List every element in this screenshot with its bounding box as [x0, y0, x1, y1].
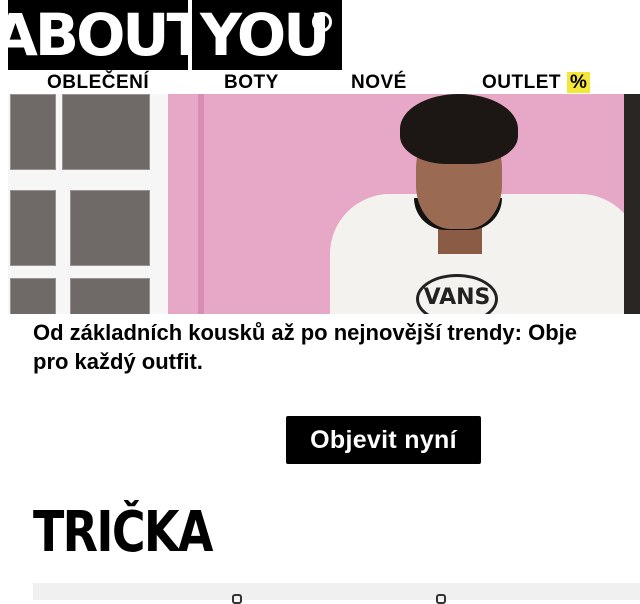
section-title: TRIČKA	[33, 500, 213, 565]
about-you-logo[interactable]: ABOUT YOU	[0, 0, 342, 70]
intro-text: Od základních kousků až po nejnovější tr…	[33, 320, 578, 374]
heart-icon[interactable]	[232, 594, 242, 604]
heart-icon[interactable]	[436, 594, 446, 604]
door-edge	[624, 94, 640, 314]
main-nav: OBLEČENÍ BOTY NOVÉ OUTLET%	[0, 70, 640, 94]
nav-item-obleceni[interactable]: OBLEČENÍ	[47, 72, 149, 94]
logo-about: ABOUT	[0, 0, 206, 70]
nav-item-nove[interactable]: NOVÉ	[351, 72, 407, 94]
percent-badge: %	[567, 72, 591, 93]
window-pane	[70, 190, 150, 266]
nav-item-boty[interactable]: BOTY	[224, 72, 279, 94]
hero-banner[interactable]: VANS	[8, 94, 640, 314]
wall-pipe	[198, 94, 204, 314]
window-pane	[10, 190, 56, 266]
logo-you: YOU	[192, 0, 342, 70]
window-image	[8, 94, 168, 314]
window-pane	[10, 94, 56, 170]
nav-item-outlet[interactable]: OUTLET%	[482, 72, 591, 94]
product-grid-top	[33, 583, 640, 600]
window-pane	[70, 278, 150, 314]
logo-ring-icon	[312, 12, 332, 32]
discover-now-button[interactable]: Objevit nyní	[286, 416, 481, 464]
window-pane	[10, 278, 56, 314]
model-hair	[400, 94, 518, 164]
window-pane	[62, 94, 150, 170]
logo-you-text: YOU	[200, 1, 330, 69]
nav-outlet-label: OUTLET	[482, 72, 561, 93]
